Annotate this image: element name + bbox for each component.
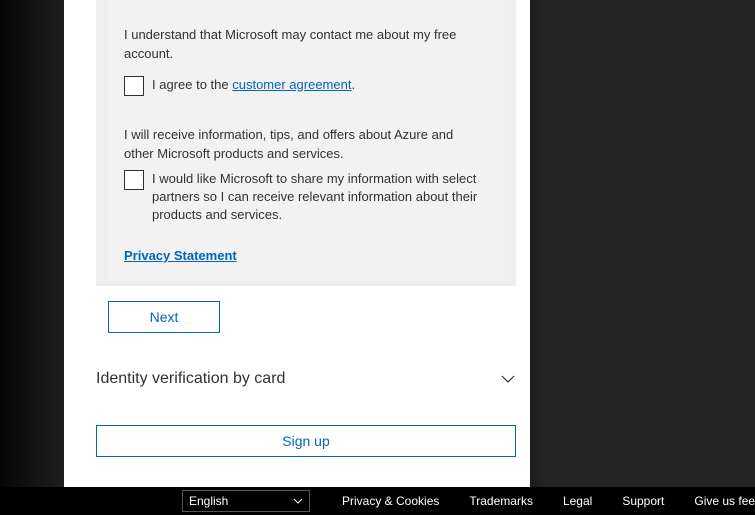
footer: English Privacy & Cookies Trademarks Leg… (0, 487, 755, 515)
share-checkbox[interactable] (124, 170, 144, 190)
footer-links: Privacy & Cookies Trademarks Legal Suppo… (342, 487, 755, 515)
agree-suffix: . (351, 77, 355, 92)
customer-agreement-link[interactable]: customer agreement (232, 77, 351, 92)
footer-legal-link[interactable]: Legal (563, 494, 592, 508)
right-gutter (535, 0, 755, 515)
footer-support-link[interactable]: Support (622, 494, 664, 508)
contact-disclosure: I understand that Microsoft may contact … (124, 26, 484, 64)
agree-label: I agree to the customer agreement. (152, 76, 355, 94)
form-section: I understand that Microsoft may contact … (108, 0, 504, 280)
share-row: I would like Microsoft to share my infor… (124, 170, 482, 225)
footer-feedback-link[interactable]: Give us feed (694, 494, 755, 508)
privacy-statement-link[interactable]: Privacy Statement (124, 248, 237, 263)
panel-shadow (530, 0, 546, 515)
left-gutter (0, 0, 64, 515)
next-button[interactable]: Next (108, 301, 220, 333)
offers-disclosure: I will receive information, tips, and of… (124, 126, 484, 164)
signup-button[interactable]: Sign up (96, 425, 516, 457)
signup-button-label: Sign up (282, 433, 329, 449)
next-button-label: Next (150, 309, 179, 325)
chevron-down-icon (500, 371, 516, 387)
agree-row: I agree to the customer agreement. (124, 76, 355, 96)
form-section-outer: I understand that Microsoft may contact … (96, 0, 516, 286)
agree-prefix: I agree to the (152, 77, 232, 92)
share-label: I would like Microsoft to share my infor… (152, 170, 482, 225)
identity-title: Identity verification by card (96, 370, 285, 388)
main-panel: I understand that Microsoft may contact … (64, 0, 530, 487)
footer-trademarks-link[interactable]: Trademarks (469, 494, 533, 508)
language-select[interactable]: English (182, 490, 310, 512)
footer-privacy-link[interactable]: Privacy & Cookies (342, 494, 439, 508)
chevron-down-icon (293, 496, 303, 506)
identity-verification-toggle[interactable]: Identity verification by card (96, 370, 516, 388)
language-value: English (189, 494, 228, 508)
agree-checkbox[interactable] (124, 76, 144, 96)
